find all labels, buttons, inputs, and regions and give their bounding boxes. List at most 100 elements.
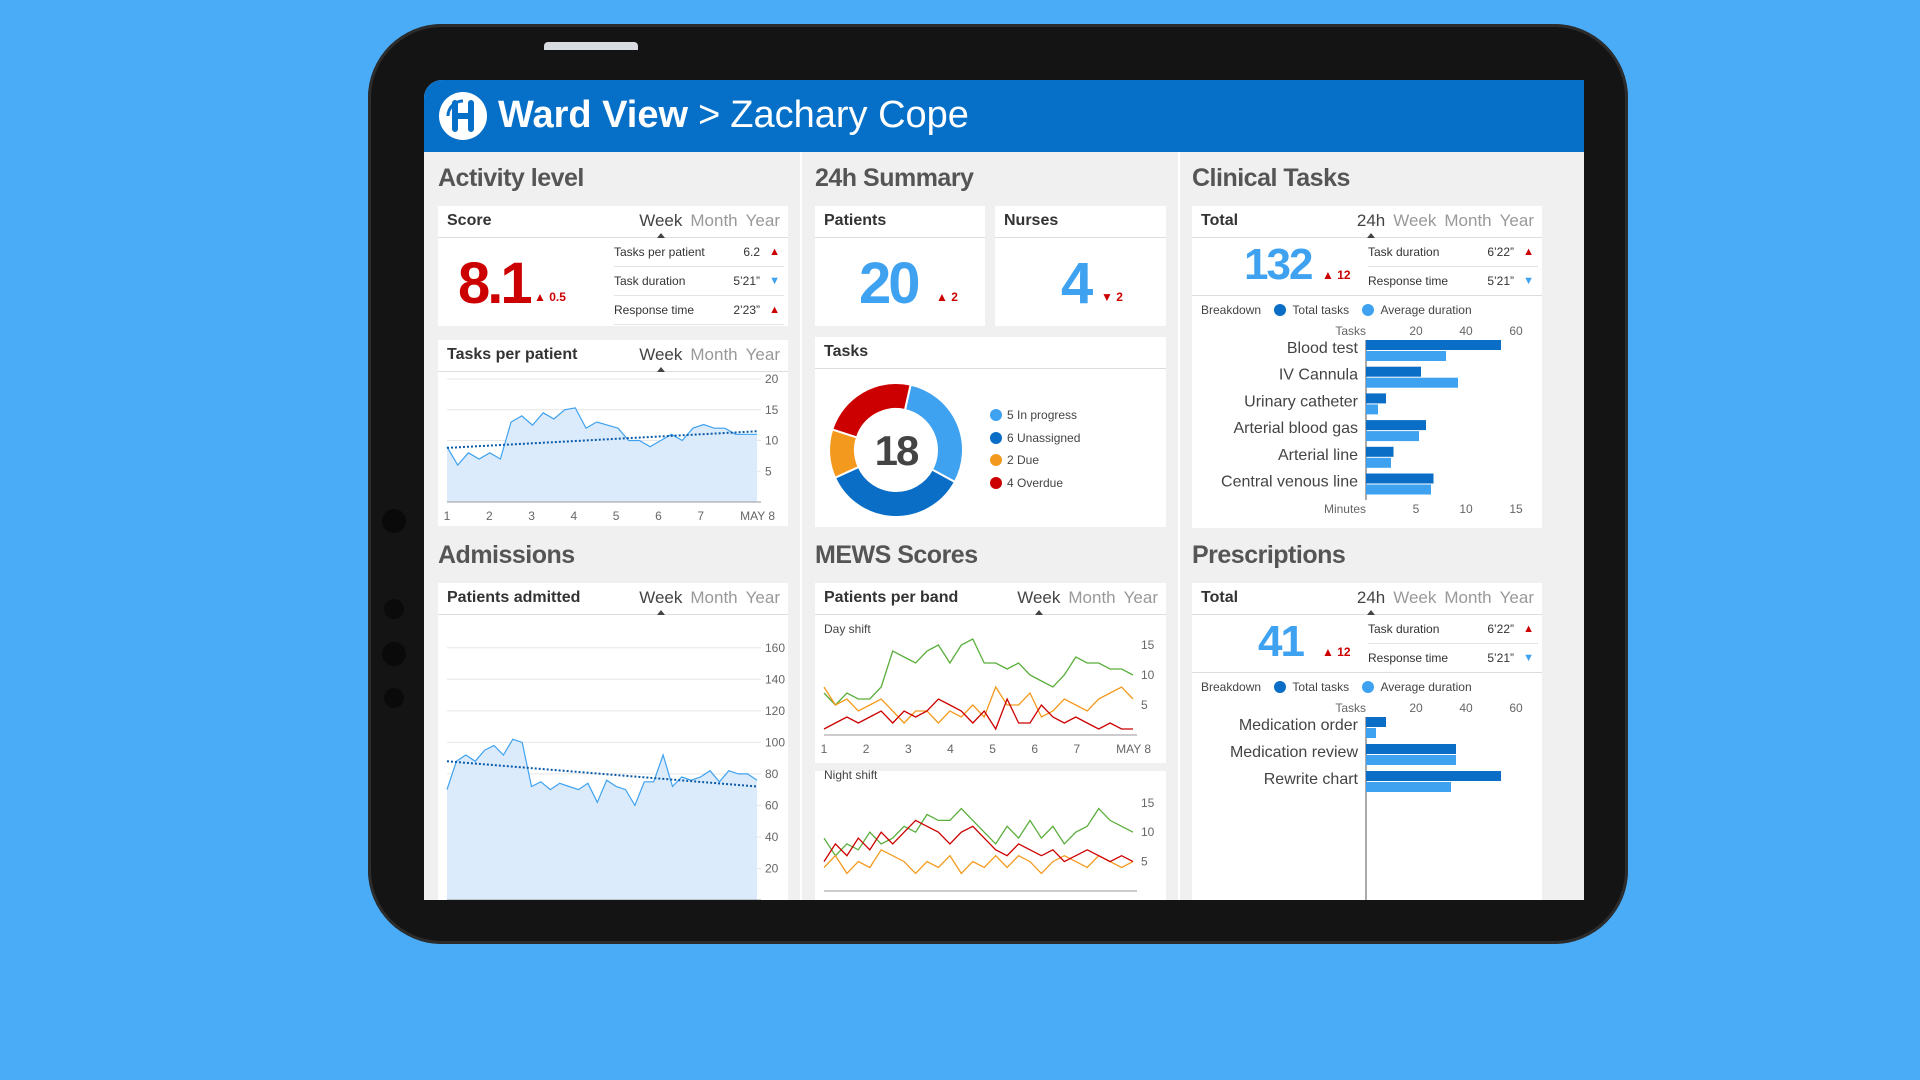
trend-up-icon: ▲ [769, 304, 780, 316]
y-tick-label: 15 [765, 403, 779, 417]
legend-swatch-total [1274, 304, 1287, 316]
tab-week[interactable]: Week [1017, 588, 1060, 607]
patients-card: Patients 20 ▲ 2 [815, 206, 985, 326]
tab-year[interactable]: Year [1500, 588, 1534, 607]
metric-row: Tasks per patient 6.2 ▲ [614, 239, 784, 267]
x-tick-label: 7 [697, 509, 704, 523]
x-tick-label: 4 [947, 742, 954, 756]
card-header: Nurses [995, 206, 1166, 238]
nurses-delta: ▼ 2 [1101, 290, 1123, 304]
legend-label: 5 In progress [1007, 408, 1078, 422]
y-tick-label: 20 [765, 372, 779, 386]
tab-month[interactable]: Month [690, 588, 737, 607]
x-tick-label: 5 [989, 742, 996, 756]
bar-total-tasks [1366, 473, 1434, 484]
y-tick-label: 100 [765, 735, 785, 749]
metric-label: Tasks per patient [614, 245, 705, 259]
bar-total-tasks [1366, 717, 1386, 727]
period-tabs: Week Month Year [631, 588, 780, 608]
legend-item: 5 In progress [990, 408, 1077, 422]
card-header: Total 24h Week Month Year [1192, 206, 1542, 238]
y-tick-label: 5 [1141, 698, 1148, 712]
bottom-tick-label: 5 [1413, 502, 1420, 516]
x-tick-label: MAY 8 [740, 509, 775, 523]
category-label: Medication review [1230, 744, 1359, 761]
bar-average-duration [1366, 755, 1456, 765]
tab-month[interactable]: Month [1444, 588, 1491, 607]
x-tick-label: 6 [655, 509, 662, 523]
y-tick-label: 160 [765, 641, 785, 655]
admissions-chart: 20 40 60 80 100 120 140 160 [446, 641, 785, 900]
column-divider [1178, 152, 1180, 900]
bar-average-duration [1366, 431, 1419, 442]
volume-down-button [574, 42, 638, 50]
metric-row: Response time 5’21” ▼ [1368, 645, 1538, 673]
tab-week[interactable]: Week [639, 211, 682, 230]
category-label: Rewrite chart [1264, 771, 1359, 788]
category-label: Blood test [1287, 340, 1359, 357]
score-card: Score Week Month Year 8.1 ▲ 0.5 Tasks per … [438, 206, 788, 326]
app-logo-icon [439, 92, 487, 140]
trend-up-icon: ▲ [1523, 246, 1534, 258]
metric-row: Task duration 5’21” ▼ [614, 268, 784, 296]
tab-year[interactable]: Year [746, 211, 780, 230]
x-tick-label: 2 [486, 509, 493, 523]
top-axis-label: Tasks [1335, 324, 1366, 338]
metric-label: Task duration [614, 274, 686, 288]
tab-month[interactable]: Month [1068, 588, 1115, 607]
category-label: Arterial blood gas [1233, 420, 1358, 437]
legend-item: 2 Due [990, 453, 1039, 467]
legend-swatch-total [1274, 681, 1287, 693]
tasks-per-patient-card: Tasks per patient Week Month Year 5 10 15 20 1… [438, 340, 788, 526]
breakdown-legend: Breakdown Total tasks Average duration [1201, 680, 1478, 694]
x-tick-label: 7 [1074, 742, 1081, 756]
night-shift-chart: 5 10 15 [823, 796, 1155, 892]
y-tick-label: 80 [765, 767, 779, 781]
bar-average-duration [1366, 404, 1378, 415]
period-tabs: Week Month Year [1009, 588, 1158, 608]
y-tick-label: 10 [765, 434, 779, 448]
y-tick-label: 5 [765, 464, 772, 478]
bar-average-duration [1366, 728, 1376, 738]
x-tick-label: 6 [1031, 742, 1038, 756]
prescriptions-bar-chart: Tasks 20 40 60 Medication order Medication re… [1230, 701, 1523, 900]
bar-total-tasks [1366, 446, 1394, 457]
card-header: Tasks per patient Week Month Year [438, 340, 788, 372]
category-label: IV Cannula [1279, 367, 1358, 384]
tab-week[interactable]: Week [1393, 588, 1436, 607]
breadcrumb: Ward View > Zachary Cope [498, 94, 969, 137]
bar-total-tasks [1366, 771, 1501, 781]
bar-average-duration [1366, 782, 1451, 792]
card-title: Score [447, 212, 492, 229]
top-tick-label: 20 [1409, 701, 1423, 715]
tab-24h[interactable]: 24h [1357, 588, 1385, 607]
tab-year[interactable]: Year [746, 588, 780, 607]
tab-year[interactable]: Year [746, 345, 780, 364]
legend-label-duration: Average duration [1380, 303, 1472, 317]
tasks-per-patient-chart: 5 10 15 20 1 2 3 4 5 6 7 MAY 8 [444, 372, 779, 523]
tab-week[interactable]: Week [639, 345, 682, 364]
admissions-card: Patients admitted Week Month Year 20 40 60 80… [438, 583, 788, 900]
tab-month[interactable]: Month [690, 211, 737, 230]
section-title-prescriptions: Prescriptions [1192, 541, 1346, 569]
tab-24h[interactable]: 24h [1357, 211, 1385, 230]
divider [1192, 295, 1542, 296]
y-tick-label: 15 [1141, 796, 1155, 810]
tab-year[interactable]: Year [1500, 211, 1534, 230]
series-line [823, 638, 1134, 706]
tab-month[interactable]: Month [690, 345, 737, 364]
prescriptions-total-value: 41 [1258, 617, 1305, 666]
tasks-donut-chart: 18 [828, 382, 964, 518]
card-title: Patients admitted [447, 589, 581, 606]
metric-value: 6’22” [1487, 622, 1514, 636]
y-tick-label: 120 [765, 704, 785, 718]
tab-year[interactable]: Year [1124, 588, 1158, 607]
tab-week[interactable]: Week [639, 588, 682, 607]
card-title: Tasks per patient [447, 346, 578, 363]
breakdown-legend: Breakdown Total tasks Average duration [1201, 303, 1478, 317]
breadcrumb-ward-view[interactable]: Ward View [498, 94, 688, 136]
tab-week[interactable]: Week [1393, 211, 1436, 230]
clinical-bar-chart: Tasks 20 40 60 Blood test IV Cannula Urinary c… [1221, 324, 1523, 516]
metric-row: Response time 5’21” ▼ [1368, 268, 1538, 296]
tab-month[interactable]: Month [1444, 211, 1491, 230]
